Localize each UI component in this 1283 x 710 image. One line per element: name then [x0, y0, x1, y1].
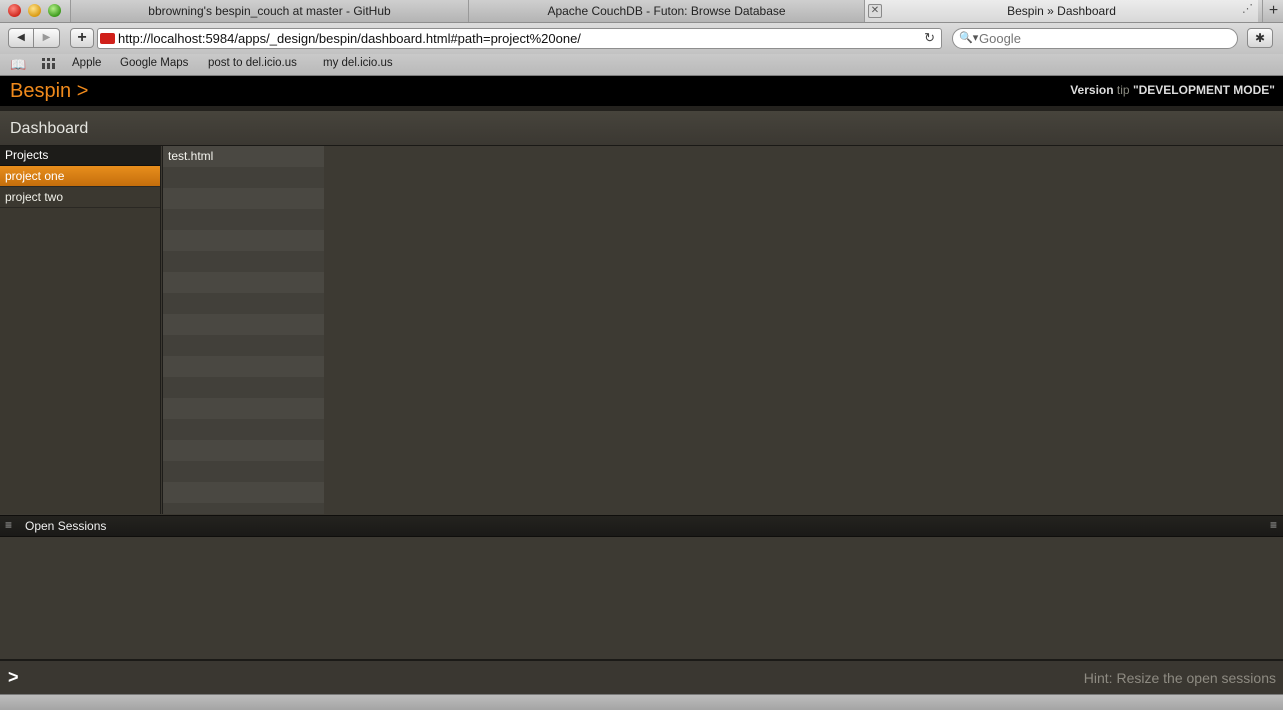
version-mode: "DEVELOPMENT MODE" — [1132, 83, 1275, 97]
site-favicon-icon — [100, 33, 115, 44]
bookmark-post-delicious[interactable]: post to del.icio.us — [208, 57, 297, 69]
bookmark-my-delicious[interactable]: my del.icio.us — [323, 57, 393, 69]
command-input[interactable] — [28, 669, 1032, 689]
project-item-project-two[interactable]: project two — [0, 187, 160, 208]
version-label: Version — [1070, 83, 1114, 97]
bookmarks-book-icon[interactable]: 📖 — [10, 57, 26, 73]
tab-couchdb-futon[interactable]: Apache CouchDB - Futon: Browse Database — [468, 0, 864, 22]
bookmark-apple[interactable]: Apple — [72, 57, 101, 69]
hint-text: Hint: Resize the open sessions — [1083, 670, 1276, 686]
browser-toolbar: ◀ ▶ + http://localhost:5984/apps/_design… — [0, 23, 1283, 54]
minimize-window-icon[interactable] — [28, 4, 41, 17]
version-tip: tip — [1116, 83, 1130, 97]
tab-bespin-dashboard[interactable]: Bespin » Dashboard — [864, 0, 1258, 22]
bookmarks-bar: 📖 Apple Google Maps post to del.icio.us … — [0, 54, 1283, 76]
add-bookmark-button[interactable]: + — [70, 28, 94, 48]
forward-button[interactable]: ▶ — [34, 28, 60, 48]
search-field[interactable]: 🔍▾ — [952, 28, 1238, 49]
files-panel: test.html — [162, 146, 325, 514]
url-text[interactable]: http://localhost:5984/apps/_design/bespi… — [118, 31, 581, 46]
debug-bug-button[interactable]: ✱ — [1247, 28, 1273, 48]
version-info: Version tip "DEVELOPMENT MODE" — [1070, 83, 1275, 97]
prompt-chevron-icon: > — [8, 667, 19, 687]
back-button[interactable]: ◀ — [8, 28, 34, 48]
zoom-window-icon[interactable] — [48, 4, 61, 17]
address-bar[interactable]: http://localhost:5984/apps/_design/bespi… — [97, 28, 942, 49]
project-item-project-one[interactable]: project one — [0, 166, 160, 187]
bespin-logo[interactable]: Bespin > — [10, 80, 88, 103]
browser-tab-bar: bbrowning's bespin_couch at master - Git… — [0, 0, 1283, 23]
tab-github[interactable]: bbrowning's bespin_couch at master - Git… — [70, 0, 468, 22]
close-window-icon[interactable] — [8, 4, 21, 17]
dashboard-title-bar: Dashboard — [0, 111, 1283, 146]
open-sessions-bar[interactable]: ≡ Open Sessions ≡ — [0, 515, 1283, 537]
resize-grip-icon: ⋰ — [1242, 3, 1253, 15]
page-title: Dashboard — [10, 120, 89, 137]
open-sessions-panel — [0, 537, 1283, 659]
browser-status-bar — [0, 694, 1283, 710]
new-tab-button[interactable]: + — [1262, 0, 1283, 22]
file-preview-area — [324, 146, 1283, 514]
projects-panel: Projects project one project two — [0, 146, 161, 514]
open-sessions-title: Open Sessions — [25, 519, 107, 533]
command-line: > Hint: Resize the open sessions — [0, 659, 1283, 696]
reload-icon[interactable]: ↻ — [924, 30, 935, 46]
search-input[interactable] — [979, 31, 1229, 46]
search-icon[interactable]: 🔍▾ — [959, 31, 978, 44]
close-tab-icon[interactable]: ✕ — [868, 4, 882, 18]
bespin-header: Bespin > Version tip "DEVELOPMENT MODE" — [0, 76, 1283, 106]
drag-handle-right-icon[interactable]: ≡ — [1270, 518, 1277, 532]
drag-handle-icon[interactable]: ≡ — [5, 518, 12, 532]
projects-header: Projects — [0, 146, 160, 166]
top-sites-grid-icon[interactable] — [42, 58, 56, 69]
bookmark-google-maps[interactable]: Google Maps — [120, 57, 188, 69]
file-item-test-html[interactable]: test.html — [163, 146, 324, 167]
